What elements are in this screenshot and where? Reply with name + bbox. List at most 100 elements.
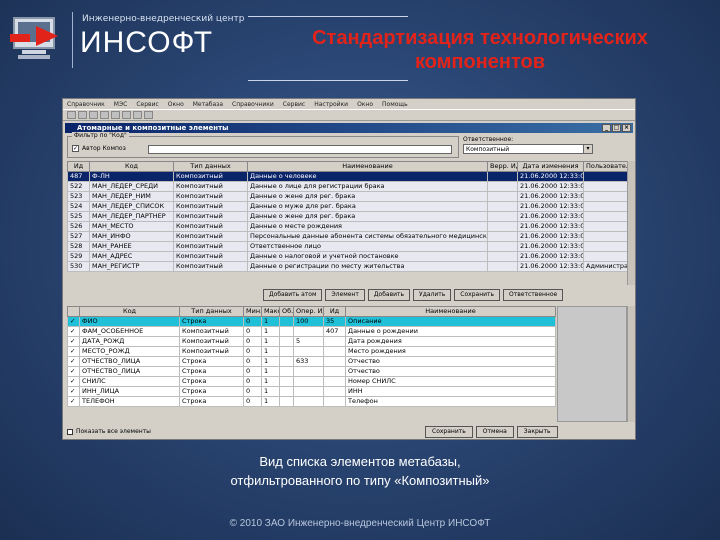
toolbar-paste-icon[interactable] (122, 111, 131, 119)
table-cell: 100 (293, 316, 324, 327)
filter-checkbox[interactable]: ✓ (72, 145, 79, 152)
table-row[interactable]: ✓ ФИО Строка 0 1 100 35 Описание (67, 316, 556, 327)
row-checkbox[interactable]: ✓ (67, 356, 80, 367)
table-row[interactable]: ✓ СНИЛС Строка 0 1 Номер СНИЛС (67, 376, 556, 387)
responsible-button[interactable]: Ответственное (503, 289, 564, 301)
column-header[interactable] (67, 306, 80, 317)
minimize-icon[interactable]: _ (602, 124, 611, 132)
table-cell: 1 (261, 346, 280, 357)
table-cell: 0 (243, 346, 262, 357)
toolbar-filter-icon[interactable] (133, 111, 142, 119)
table-cell (583, 211, 628, 222)
column-header[interactable]: Тип данных (173, 161, 248, 172)
lower-table-scrollbar[interactable] (627, 306, 635, 422)
table-cell (279, 356, 294, 367)
toolbar-cut-icon[interactable] (100, 111, 109, 119)
bottom-save-button[interactable]: Сохранить (425, 426, 473, 438)
close-icon[interactable]: × (622, 124, 631, 132)
components-table: Код Тип данных Мин. Макс. Об. Опер. Ид И… (67, 306, 556, 407)
table-cell: 1 (261, 336, 280, 347)
table-row[interactable]: ✓ ТЕЛЕФОН Строка 0 1 Телефон (67, 396, 556, 407)
table-row[interactable]: 530 МАН_РЕГИСТР Композитный Данные о регист… (67, 261, 628, 272)
table-cell: 1 (261, 356, 280, 367)
logo-divider (72, 12, 73, 68)
menu-item[interactable]: Окно (168, 101, 184, 108)
upper-table-scrollbar[interactable] (627, 161, 635, 285)
column-header[interactable]: Ид (323, 306, 346, 317)
chevron-down-icon[interactable]: ▾ (583, 145, 592, 153)
owner-select[interactable]: Композитный ▾ (463, 144, 593, 154)
column-header[interactable]: Об. (279, 306, 294, 317)
table-cell: 21.06.2000 12:33:01 (517, 261, 584, 272)
table-row[interactable]: ✓ ОТЧЕСТВО_ЛИЦА Строка 0 1 Отчество (67, 366, 556, 377)
bottom-cancel-button[interactable]: Отмена (475, 426, 514, 438)
column-header[interactable]: Дата изменения (517, 161, 584, 172)
row-checkbox[interactable]: ✓ (67, 346, 80, 357)
column-header[interactable]: Код (89, 161, 174, 172)
row-checkbox[interactable]: ✓ (67, 326, 80, 337)
column-header[interactable]: Наименование (247, 161, 488, 172)
table-cell: 0 (243, 356, 262, 367)
table-row[interactable]: 487 Ф-ЛН Композитный Данные о человеке 21.06… (67, 171, 628, 182)
bottom-close-button[interactable]: Закрыть (516, 426, 558, 438)
table-row[interactable]: 522 МАН_ЛЕДЕР_СРЕДИ Композитный Данные о ли… (67, 181, 628, 192)
toolbar-open-icon[interactable] (78, 111, 87, 119)
row-checkbox[interactable]: ✓ (67, 366, 80, 377)
table-row[interactable]: ✓ ОТЧЕСТВО_ЛИЦА Строка 0 1 633 Отчество (67, 356, 556, 367)
column-header[interactable]: Тип данных (179, 306, 244, 317)
add-atom-button[interactable]: Добавить атом (263, 289, 323, 301)
table-row[interactable]: ✓ ИНН_ЛИЦА Строка 0 1 ИНН (67, 386, 556, 397)
table-row[interactable]: 527 МАН_ИНФО Композитный Персональные данны… (67, 231, 628, 242)
table-row[interactable]: ✓ ФАМ_ОСОБЕННОЕ Композитный 0 1 407 Данные о р… (67, 326, 556, 337)
menu-item[interactable]: Окно (357, 101, 373, 108)
column-header[interactable]: Ид (67, 161, 90, 172)
table-row[interactable]: 523 МАН_ЛЕДЕР_НИМ Композитный Данные о жене… (67, 191, 628, 202)
menu-item[interactable]: Настройки (314, 101, 348, 108)
table-row[interactable]: 529 МАН_АДРЕС Композитный Данные о налогово… (67, 251, 628, 262)
column-header[interactable]: Мин. (243, 306, 262, 317)
toolbar-refresh-icon[interactable] (144, 111, 153, 119)
menu-item[interactable]: Справочник (67, 101, 105, 108)
row-checkbox[interactable]: ✓ (67, 316, 80, 327)
table-row[interactable]: ✓ ДАТА_РОЖД Композитный 0 1 5 Дата рождения (67, 336, 556, 347)
table-row[interactable]: ✓ МЕСТО_РОЖД Композитный 0 1 Место рождения (67, 346, 556, 357)
menu-item[interactable]: Помощь (382, 101, 408, 108)
table-row[interactable]: 528 МАН_РАНЕЕ Композитный Ответственное лиц… (67, 241, 628, 252)
table-row[interactable]: 525 МАН_ЛЕДЕР_ПАРТНЕР Композитный Данные о … (67, 211, 628, 222)
title-rule-bottom (248, 80, 408, 81)
row-checkbox[interactable]: ✓ (67, 376, 80, 387)
row-checkbox[interactable]: ✓ (67, 336, 80, 347)
table-cell: Данные о рождении (345, 326, 556, 337)
table-row[interactable]: 524 МАН_ЛЕДЕР_СПИСОК Композитный Данные о м… (67, 201, 628, 212)
save-button[interactable]: Сохранить (454, 289, 501, 301)
menu-item[interactable]: Справочники (232, 101, 274, 108)
table-row[interactable]: 526 МАН_МЕСТО Композитный Данные о месте ро… (67, 221, 628, 232)
column-header[interactable]: Макс. (261, 306, 280, 317)
table-cell: 527 (67, 231, 90, 242)
toolbar-new-icon[interactable] (67, 111, 76, 119)
maximize-icon[interactable]: □ (612, 124, 621, 132)
column-header[interactable]: Опер. Ид (293, 306, 324, 317)
row-checkbox[interactable]: ✓ (67, 396, 80, 407)
table-cell (279, 346, 294, 357)
delete-button[interactable]: Удалить (413, 289, 452, 301)
company-logo (8, 12, 68, 64)
table-cell (293, 346, 324, 357)
menu-item[interactable]: МЭС (114, 101, 128, 108)
element-button[interactable]: Элемент (325, 289, 365, 301)
toolbar-copy-icon[interactable] (111, 111, 120, 119)
column-header[interactable]: Пользователь (583, 161, 628, 172)
toolbar-save-icon[interactable] (89, 111, 98, 119)
column-header[interactable]: Код (79, 306, 180, 317)
row-checkbox[interactable]: ✓ (67, 386, 80, 397)
filter-input[interactable] (148, 145, 452, 154)
show-all-option[interactable]: Показать все элементы (67, 428, 151, 435)
add-button[interactable]: Добавить (367, 289, 411, 301)
menu-item[interactable]: Метабаза (193, 101, 223, 108)
menu-item[interactable]: Сервис (283, 101, 305, 108)
menu-item[interactable]: Сервис (136, 101, 158, 108)
column-header[interactable]: Наименование (345, 306, 556, 317)
table-cell: Композитный (173, 241, 248, 252)
show-all-checkbox[interactable] (67, 428, 73, 435)
column-header[interactable]: Верр. Ид (487, 161, 518, 172)
